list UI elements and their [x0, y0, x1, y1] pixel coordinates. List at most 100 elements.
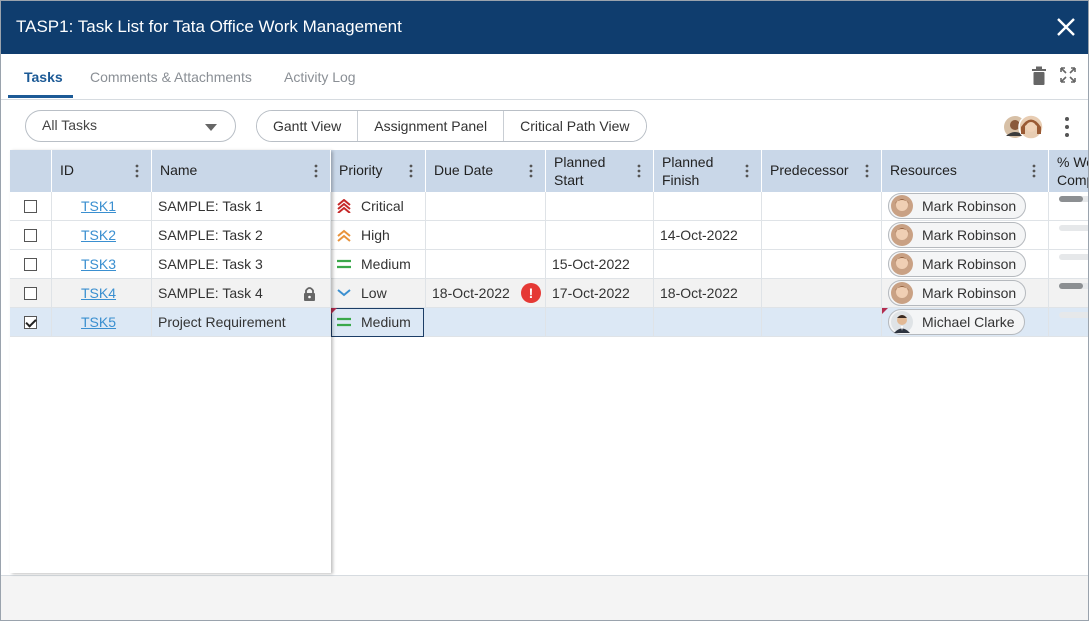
- row-checkbox[interactable]: [24, 258, 37, 271]
- more-vertical-icon[interactable]: [1062, 116, 1072, 138]
- task-list-dialog: TASP1: Task List for Tata Office Work Ma…: [0, 0, 1089, 621]
- dialog-footer: [1, 575, 1088, 620]
- priority-label: Medium: [361, 314, 411, 330]
- task-grid-scrollable[interactable]: Priority Due Date Planned Start Planned …: [331, 150, 1088, 573]
- expand-icon[interactable]: [1060, 66, 1076, 84]
- active-tab-indicator: [8, 95, 73, 98]
- alert-icon[interactable]: !: [521, 283, 541, 303]
- table-row[interactable]: Medium Michael Clarke: [331, 308, 1088, 337]
- view-switcher: Gantt View Assignment Panel Critical Pat…: [256, 110, 647, 142]
- column-header-due-date[interactable]: Due Date: [426, 150, 546, 192]
- column-header-work-complete[interactable]: % Wo Comp: [1049, 150, 1088, 192]
- resource-chip[interactable]: Mark Robinson: [888, 251, 1027, 277]
- table-row[interactable]: Medium 15-Oct-2022 Mark Robinson: [331, 250, 1088, 279]
- planned-finish: 14-Oct-2022: [660, 227, 738, 243]
- tab-comments-attachments[interactable]: Comments & Attachments: [90, 69, 252, 85]
- table-row[interactable]: TSK5 Project Requirement: [10, 308, 331, 337]
- tab-tasks[interactable]: Tasks: [24, 69, 63, 85]
- column-header-planned-start[interactable]: Planned Start: [546, 150, 654, 192]
- critical-path-view-button[interactable]: Critical Path View: [504, 111, 646, 141]
- row-checkbox[interactable]: [24, 229, 37, 242]
- column-menu-icon[interactable]: [409, 164, 413, 178]
- column-menu-icon[interactable]: [865, 164, 869, 178]
- column-header-name[interactable]: Name: [152, 150, 331, 192]
- column-menu-icon[interactable]: [637, 164, 641, 178]
- edit-marker: [331, 308, 337, 314]
- table-row[interactable]: TSK4 SAMPLE: Task 4: [10, 279, 331, 308]
- column-header-priority[interactable]: Priority: [331, 150, 426, 192]
- task-filter-value: All Tasks: [42, 117, 97, 133]
- priority-label: High: [361, 227, 390, 243]
- row-checkbox[interactable]: [24, 316, 37, 329]
- column-header-planned-finish[interactable]: Planned Finish: [654, 150, 762, 192]
- task-id-link[interactable]: TSK3: [81, 256, 116, 272]
- task-name: Project Requirement: [158, 314, 286, 330]
- priority-medium-icon: [337, 317, 351, 327]
- task-id-link[interactable]: TSK1: [81, 198, 116, 214]
- avatar: [891, 311, 913, 333]
- priority-label: Low: [361, 285, 387, 301]
- task-id-link[interactable]: TSK2: [81, 227, 116, 243]
- priority-critical-icon: [337, 199, 351, 213]
- column-header-resources[interactable]: Resources: [882, 150, 1049, 192]
- avatar-group-icon[interactable]: [1003, 114, 1045, 140]
- priority-low-icon: [337, 289, 351, 297]
- planned-start: 15-Oct-2022: [552, 256, 630, 272]
- priority-high-icon: [337, 229, 351, 242]
- resource-chip[interactable]: Michael Clarke: [888, 309, 1025, 335]
- gantt-view-button[interactable]: Gantt View: [257, 111, 359, 141]
- edit-marker: [882, 308, 888, 314]
- avatar: [891, 195, 913, 217]
- trash-icon[interactable]: [1031, 66, 1047, 86]
- avatar: [891, 282, 913, 304]
- planned-start: 17-Oct-2022: [552, 285, 630, 301]
- resource-chip[interactable]: Mark Robinson: [888, 280, 1027, 306]
- task-filter-dropdown[interactable]: All Tasks: [25, 110, 236, 142]
- task-name: SAMPLE: Task 3: [158, 256, 263, 272]
- avatar: [891, 224, 913, 246]
- task-name: SAMPLE: Task 4: [158, 285, 263, 301]
- caret-down-icon: [205, 124, 217, 131]
- priority-label: Critical: [361, 198, 404, 214]
- progress-bar: [1059, 254, 1088, 260]
- tab-bar: Tasks Comments & Attachments Activity Lo…: [1, 54, 1088, 100]
- tab-activity-log[interactable]: Activity Log: [284, 69, 356, 85]
- priority-label: Medium: [361, 256, 411, 272]
- table-row[interactable]: Critical Mark Robinson: [331, 192, 1088, 221]
- column-menu-icon[interactable]: [314, 164, 318, 178]
- avatar: [891, 253, 913, 275]
- progress-bar: [1059, 196, 1088, 202]
- column-menu-icon[interactable]: [529, 164, 533, 178]
- priority-medium-icon: [337, 259, 351, 269]
- select-column-header: [10, 150, 52, 192]
- row-checkbox[interactable]: [24, 200, 37, 213]
- progress-bar: [1059, 283, 1088, 289]
- resource-chip[interactable]: Mark Robinson: [888, 193, 1027, 219]
- resource-chip[interactable]: Mark Robinson: [888, 222, 1027, 248]
- progress-bar: [1059, 312, 1088, 318]
- table-row[interactable]: TSK2 SAMPLE: Task 2: [10, 221, 331, 250]
- task-name: SAMPLE: Task 1: [158, 198, 263, 214]
- dialog-header: TASP1: Task List for Tata Office Work Ma…: [1, 1, 1088, 54]
- table-row[interactable]: Low 18-Oct-2022 ! 17-Oct-2022 18-Oct-202…: [331, 279, 1088, 308]
- row-checkbox[interactable]: [24, 287, 37, 300]
- column-header-predecessor[interactable]: Predecessor: [762, 150, 882, 192]
- column-menu-icon[interactable]: [745, 164, 749, 178]
- task-grid-frozen: ID Name TSK1 SAMPLE: Task 1 TSK2 SAMPLE:…: [10, 150, 331, 573]
- lock-icon: [304, 287, 315, 301]
- column-menu-icon[interactable]: [1032, 164, 1036, 178]
- assignment-panel-button[interactable]: Assignment Panel: [358, 111, 505, 141]
- planned-finish: 18-Oct-2022: [660, 285, 738, 301]
- column-menu-icon[interactable]: [135, 164, 139, 178]
- task-id-link[interactable]: TSK5: [81, 314, 116, 330]
- close-icon[interactable]: [1054, 15, 1078, 39]
- dialog-title: TASP1: Task List for Tata Office Work Ma…: [16, 17, 402, 36]
- table-row[interactable]: TSK3 SAMPLE: Task 3: [10, 250, 331, 279]
- table-row[interactable]: High 14-Oct-2022 Mark Robinson: [331, 221, 1088, 250]
- column-header-id[interactable]: ID: [52, 150, 152, 192]
- task-id-link[interactable]: TSK4: [81, 285, 116, 301]
- task-name: SAMPLE: Task 2: [158, 227, 263, 243]
- table-row[interactable]: TSK1 SAMPLE: Task 1: [10, 192, 331, 221]
- due-date: 18-Oct-2022: [432, 285, 510, 301]
- progress-bar: [1059, 225, 1088, 231]
